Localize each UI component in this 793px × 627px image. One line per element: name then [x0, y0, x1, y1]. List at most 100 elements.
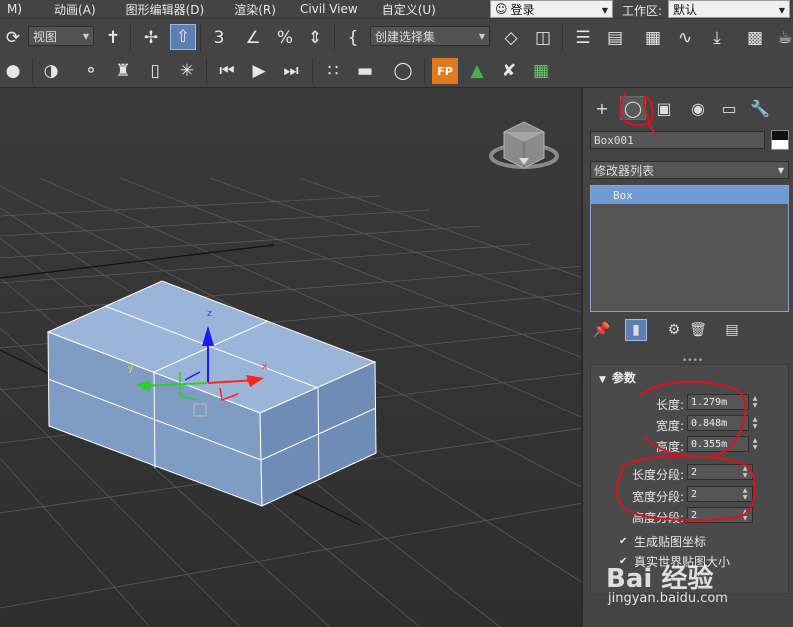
rollout-header[interactable]: ▼ 参数 — [599, 369, 636, 386]
parameters-rollout: ▼ 参数 长度: 1.279m ▲ ▼ 宽度: 0.848m ▲ ▼ 高度: 0.35… — [590, 364, 789, 594]
command-panel: + ◯ ▣ ◉ ▭ 🔧 Box001 修改器列表 ▼ Box 📌 ▮ ⚙ 🗑 ▤… — [585, 88, 793, 627]
pin-stack-icon[interactable]: 📌 — [591, 319, 613, 341]
menu-item-partial[interactable]: M) — [0, 2, 29, 16]
toolbar-divider — [312, 58, 313, 84]
select-link-icon[interactable]: ⟳ — [0, 25, 26, 51]
viewcube-icon[interactable] — [489, 121, 559, 169]
ribbon-toggle-icon[interactable]: ▦ — [640, 25, 666, 51]
param-height-field[interactable]: 0.355m — [687, 436, 749, 452]
real-world-map-size-checkbox[interactable]: ✔ 真实世界贴图大小 — [619, 553, 730, 570]
gizmo-x-label: x — [262, 362, 268, 372]
param-length-row: 长度: 1.279m ▲ ▼ — [591, 394, 790, 412]
spreadsheet-icon[interactable]: ▦ — [528, 58, 554, 84]
fp-icon[interactable]: FP — [432, 58, 458, 84]
toolbar-divider — [206, 58, 207, 84]
sphere-icon[interactable]: ● — [0, 58, 26, 84]
key-play-icon[interactable]: ▶ — [246, 58, 272, 84]
tshirt-icon[interactable]: ♜ — [110, 58, 136, 84]
tree-icon[interactable]: ▲ — [464, 58, 490, 84]
modify-tab-icon[interactable]: ◯ — [620, 96, 646, 120]
key-prev-icon[interactable]: ⏮ — [214, 58, 240, 84]
make-unique-icon[interactable]: ⚙ — [663, 319, 685, 341]
material-editor-icon[interactable]: ▩ — [742, 25, 768, 51]
object-name-field[interactable]: Box001 — [590, 131, 765, 149]
box001-mesh[interactable] — [46, 280, 377, 507]
spinner-icon[interactable]: ▲ ▼ — [751, 416, 759, 430]
configure-sets-icon[interactable]: ▤ — [721, 319, 743, 341]
stack-item-box[interactable]: Box — [591, 186, 788, 204]
toolbar-divider — [334, 23, 335, 51]
param-width-row: 宽度: 0.848m ▲ ▼ — [591, 415, 790, 433]
dotted-circle-icon[interactable]: ◯ — [390, 58, 416, 84]
chevron-down-icon: ▼ — [82, 32, 89, 41]
modifier-list-dropdown[interactable]: 修改器列表 ▼ — [590, 161, 789, 179]
chevron-down-icon: ▼ — [777, 166, 784, 175]
real-world-map-size-label: 真实世界贴图大小 — [634, 555, 731, 569]
main-toolbar: ⟳ 视图 ▼ ✝ ✢ ⇧ 3 ∠ % ⇕ { 创建选择集 ▼ ◇ ◫ ☰ ▤ ▦… — [0, 18, 793, 54]
curve-editor-icon[interactable]: ∿ — [672, 25, 698, 51]
spinner-snap-icon[interactable]: ⇕ — [302, 25, 328, 51]
workspace-dropdown[interactable]: 默认 ▼ — [668, 0, 790, 18]
gizmo-y-label: y — [128, 364, 134, 374]
motion-tab-icon[interactable]: ◉ — [685, 96, 711, 120]
scene-states-icon[interactable]: ◑ — [38, 58, 64, 84]
workspace-label: 工作区: — [622, 4, 663, 18]
eraser-icon[interactable]: ▯ — [142, 58, 168, 84]
login-label: 登录 — [510, 2, 535, 17]
param-length-segs-label: 长度分段: — [631, 468, 684, 482]
modifier-list-label: 修改器列表 — [594, 163, 655, 178]
angle-snap-icon[interactable]: ∠ — [240, 25, 266, 51]
create-tab-icon[interactable]: + — [589, 96, 615, 120]
hierarchy-tab-icon[interactable]: ▣ — [651, 96, 677, 120]
spinner-icon[interactable]: ▲ ▼ — [741, 487, 749, 501]
shade-sphere-icon[interactable]: ⚬ — [78, 58, 104, 84]
login-dropdown[interactable]: ☺ 登录 ▼ — [490, 0, 613, 18]
particle-icon[interactable]: ✳ — [174, 58, 200, 84]
pivot-center-icon[interactable]: ✝ — [100, 25, 126, 51]
tools-icon[interactable]: ✘ — [496, 58, 522, 84]
toolbar-divider — [130, 23, 131, 51]
param-width-field[interactable]: 0.848m — [687, 415, 749, 431]
edit-named-selection-icon[interactable]: { — [340, 25, 366, 51]
spinner-icon[interactable]: ▲ ▼ — [741, 465, 749, 479]
utilities-tab-icon[interactable]: 🔧 — [747, 96, 773, 120]
menu-item-customize[interactable]: 自定义(U) — [375, 1, 443, 18]
display-tab-icon[interactable]: ▭ — [716, 96, 742, 120]
object-color-swatch[interactable] — [771, 130, 789, 150]
select-manipulate-icon[interactable]: ⇧ — [170, 24, 196, 50]
menu-item-animation[interactable]: 动画(A) — [47, 1, 103, 18]
param-length-field[interactable]: 1.279m — [687, 394, 749, 410]
grid-dots-icon[interactable]: ∷ — [320, 58, 346, 84]
perspective-viewport[interactable]: z x y — [0, 88, 583, 627]
reference-coordinate-combo[interactable]: 视图 ▼ — [28, 26, 94, 46]
schematic-view-icon[interactable]: ⤓ — [704, 25, 730, 51]
menu-item-graph-editors[interactable]: 图形编辑器(D) — [119, 1, 212, 18]
key-next-icon[interactable]: ⏭ — [278, 58, 304, 84]
spinner-icon[interactable]: ▲ ▼ — [741, 508, 749, 522]
spinner-icon[interactable]: ▲ ▼ — [751, 395, 759, 409]
measure-icon[interactable]: ▬ — [352, 58, 378, 84]
align-icon[interactable]: ◫ — [530, 25, 556, 51]
show-end-result-icon[interactable]: ▮ — [625, 319, 647, 341]
chevron-down-icon: ▼ — [601, 6, 608, 15]
gen-mapping-coords-label: 生成贴图坐标 — [634, 535, 707, 549]
mirror-icon[interactable]: ◇ — [498, 25, 524, 51]
layer-explorer-icon[interactable]: ▤ — [602, 25, 628, 51]
render-setup-icon[interactable]: ☕ — [772, 25, 793, 51]
checkmark-icon: ✔ — [619, 555, 628, 567]
menu-item-rendering[interactable]: 渲染(R) — [227, 1, 283, 18]
spinner-icon[interactable]: ▲ ▼ — [751, 437, 759, 451]
gen-mapping-coords-checkbox[interactable]: ✔ 生成贴图坐标 — [619, 533, 706, 550]
menu-item-civil-view[interactable]: Civil View — [293, 2, 365, 16]
scene-explorer-icon[interactable]: ☰ — [570, 25, 596, 51]
param-height-segs-row: 高度分段: 2 ▲ ▼ — [591, 507, 790, 525]
toolbar-divider — [200, 23, 201, 51]
param-width-segs-row: 宽度分段: 2 ▲ ▼ — [591, 486, 790, 504]
modifier-stack[interactable]: Box — [590, 185, 789, 312]
snaps-toggle-icon[interactable]: 3 — [206, 25, 232, 51]
percent-snap-icon[interactable]: % — [272, 25, 298, 51]
named-selection-combo[interactable]: 创建选择集 ▼ — [370, 26, 490, 46]
secondary-toolbar: ● ◑ ⚬ ♜ ▯ ✳ ⏮ ▶ ⏭ ∷ ▬ ◯ FP ▲ ✘ ▦ — [0, 54, 793, 88]
remove-modifier-icon[interactable]: 🗑 — [687, 319, 709, 341]
move-icon[interactable]: ✢ — [138, 25, 164, 51]
